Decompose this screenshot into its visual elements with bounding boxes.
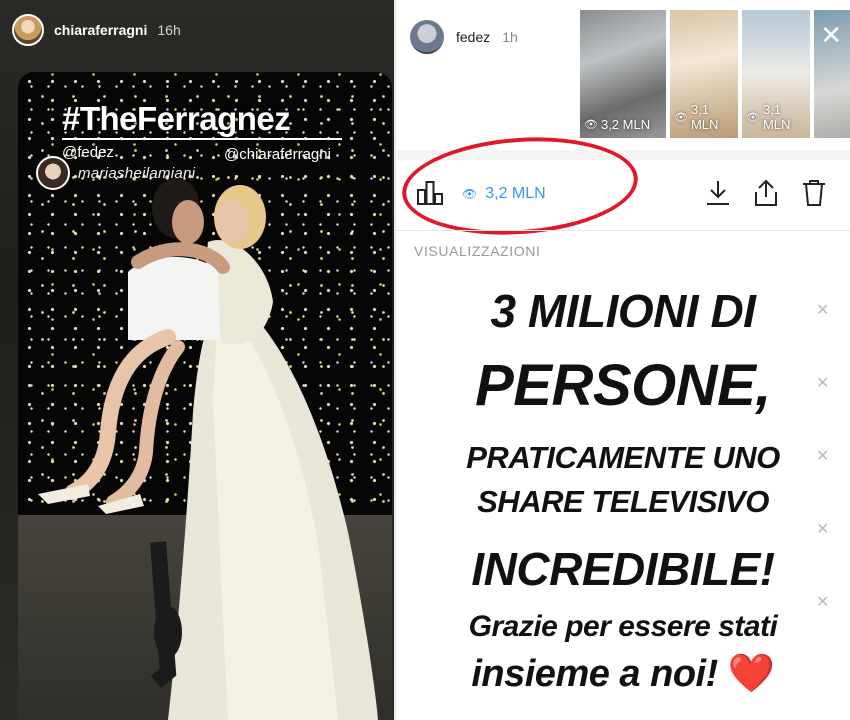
download-icon[interactable] bbox=[704, 178, 732, 208]
tagged-user-avatar bbox=[36, 156, 70, 190]
separator bbox=[396, 230, 850, 231]
message-line: Grazie per essere stati bbox=[468, 610, 778, 643]
heart-icon: ❤️ bbox=[727, 653, 775, 695]
left-story-header: chiaraferragni 16h bbox=[12, 14, 181, 46]
left-story-panel: chiaraferragni 16h mariasheilamiani #The… bbox=[0, 0, 394, 720]
message-line: insieme a noi! bbox=[471, 653, 718, 695]
message-line: PRATICAMENTE UNO bbox=[466, 440, 780, 475]
message-line: SHARE TELEVISIVO bbox=[477, 484, 769, 519]
thumbnail-views: 👁 3,1 MLN bbox=[674, 102, 738, 132]
red-annotation-oval bbox=[398, 129, 642, 243]
trash-icon[interactable] bbox=[800, 178, 828, 208]
avatar[interactable] bbox=[410, 20, 444, 54]
right-story-panel: fedez 1h 👁 3,2 MLN 👁 3,1 MLN 👁 3,1 MLN ✕ bbox=[396, 0, 850, 720]
close-icon[interactable]: ✕ bbox=[816, 446, 829, 466]
story-thumbnail[interactable]: 👁 3,1 MLN bbox=[742, 10, 810, 138]
thumbnail-view-count: 3,1 MLN bbox=[762, 102, 791, 132]
message-line-final: insieme a noi! ❤️ bbox=[396, 652, 850, 696]
story-thumbnail[interactable]: 👁 3,2 MLN bbox=[577, 7, 669, 141]
close-icon[interactable]: ✕ bbox=[816, 592, 829, 612]
close-icon[interactable]: ✕ bbox=[816, 373, 829, 393]
story-stats-bar: 👁 3,2 MLN bbox=[396, 129, 850, 243]
thumbnail-view-count: 3,2 MLN bbox=[600, 117, 651, 132]
message-line: INCREDIBILE! bbox=[471, 543, 775, 595]
right-story-header: fedez 1h bbox=[410, 20, 518, 54]
message-line: 3 MILIONI DI bbox=[490, 285, 756, 337]
mention-fedez[interactable]: @fedez bbox=[62, 144, 114, 161]
close-icon[interactable]: ✕ bbox=[816, 519, 829, 539]
hashtag-sticker[interactable]: #TheFerragnez bbox=[62, 100, 291, 138]
thumbnail-views: 👁 3,1 MLN bbox=[746, 102, 810, 132]
story-thumbnail[interactable]: 👁 3,1 MLN bbox=[670, 10, 738, 138]
avatar[interactable] bbox=[12, 14, 44, 46]
tagged-user-mention[interactable]: mariasheilamiani bbox=[78, 165, 195, 182]
close-icon[interactable]: ✕ bbox=[816, 300, 829, 320]
eye-icon: 👁 bbox=[746, 111, 760, 124]
eye-icon: 👁 bbox=[674, 111, 688, 124]
thumbnail-views: 👁 3,2 MLN bbox=[584, 117, 650, 132]
message-line: PERSONE, bbox=[475, 353, 771, 418]
close-icon[interactable]: ✕ bbox=[820, 22, 842, 48]
mention-chiaraferragni[interactable]: @chiaraferragni bbox=[224, 146, 331, 163]
right-timestamp: 1h bbox=[502, 29, 518, 45]
right-username[interactable]: fedez bbox=[456, 29, 490, 45]
left-timestamp: 16h bbox=[157, 22, 181, 38]
share-icon[interactable] bbox=[752, 178, 780, 208]
views-section-label: VISUALIZZAZIONI bbox=[414, 243, 541, 259]
story-thumbnail-strip: 👁 3,2 MLN 👁 3,1 MLN 👁 3,1 MLN bbox=[577, 7, 850, 141]
left-username[interactable]: chiaraferragni bbox=[54, 22, 147, 38]
story-photo: mariasheilamiani bbox=[18, 72, 392, 720]
tag-sticker[interactable]: mariasheilamiani bbox=[36, 156, 195, 190]
eye-icon: 👁 bbox=[584, 119, 598, 131]
thumbnail-view-count: 3,1 MLN bbox=[690, 102, 719, 132]
hashtag-underline bbox=[62, 138, 342, 140]
